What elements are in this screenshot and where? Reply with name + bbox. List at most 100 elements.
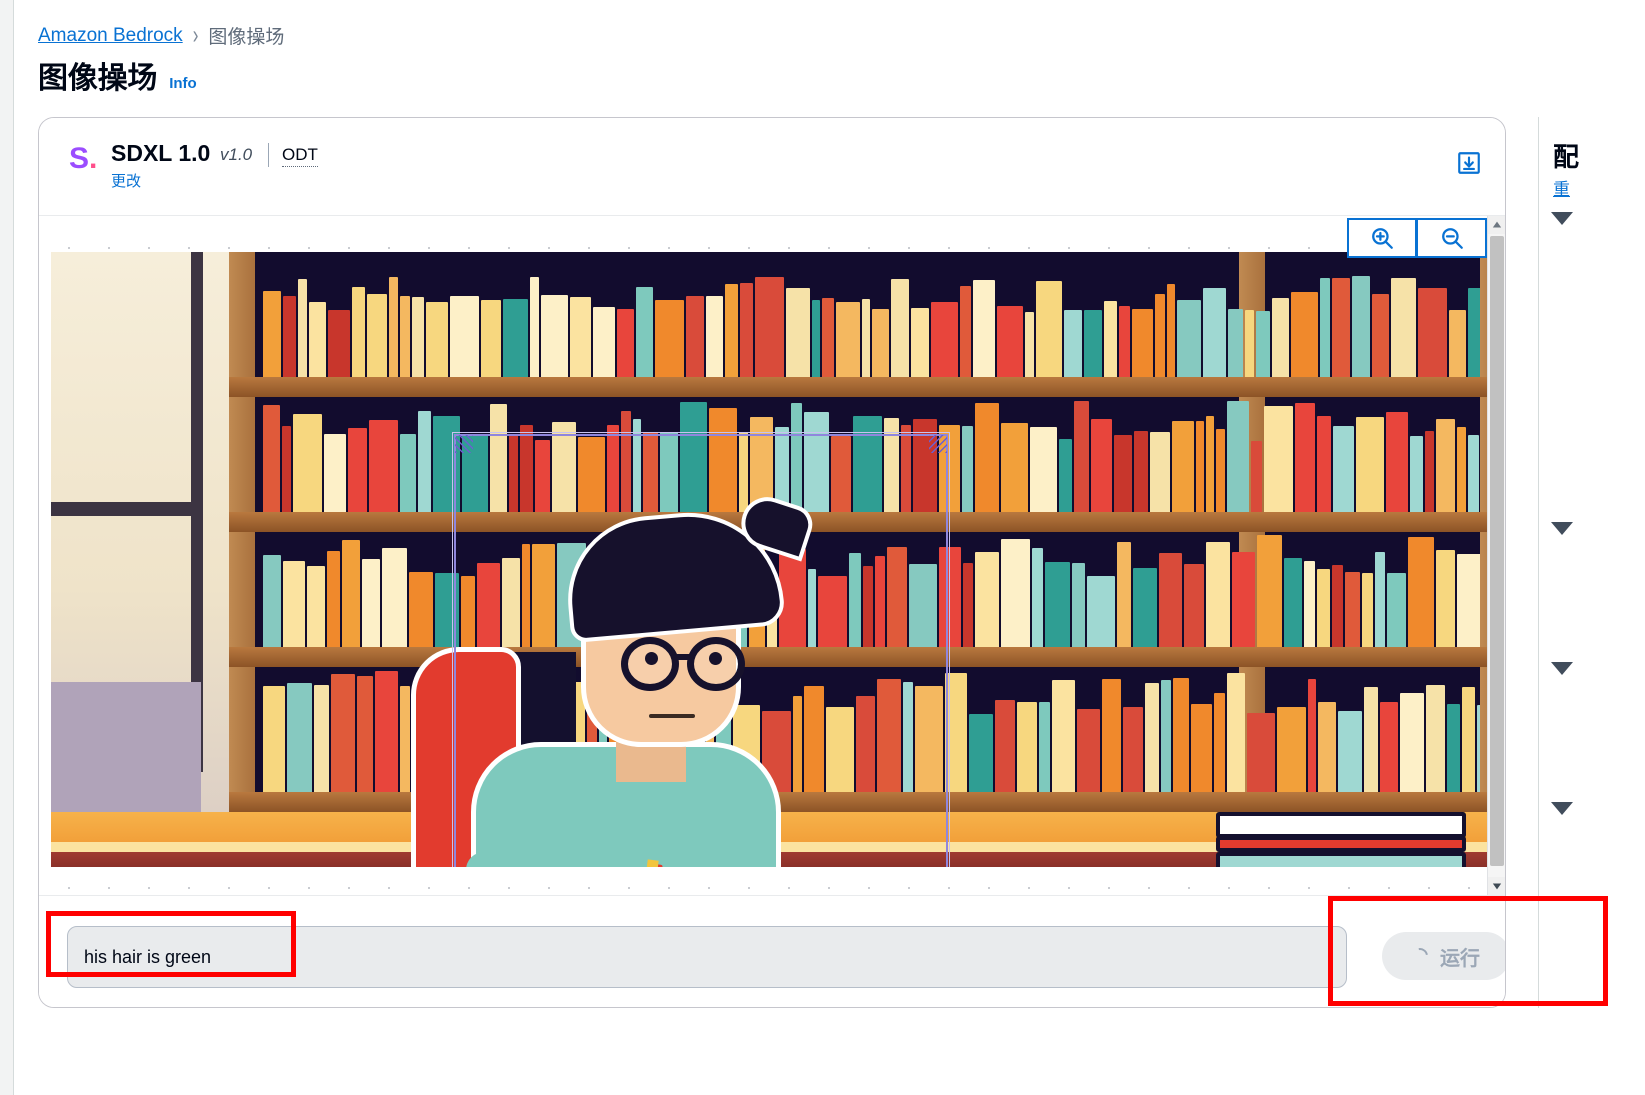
book-spine	[283, 296, 296, 377]
caret-down-icon	[1551, 522, 1573, 535]
book-spine	[725, 284, 738, 377]
book-spine	[1214, 693, 1225, 792]
book-spine	[1468, 288, 1480, 377]
book-spine	[862, 299, 870, 377]
book-spine	[1457, 427, 1466, 512]
book-spine	[1150, 432, 1170, 512]
book-spine	[369, 420, 398, 512]
image-canvas-area[interactable]	[39, 216, 1505, 895]
book-spine	[1227, 401, 1249, 512]
book-spine	[1436, 550, 1455, 647]
chevron-up-icon[interactable]	[1488, 216, 1505, 234]
book-spine	[367, 294, 387, 377]
book-spine	[1206, 542, 1230, 647]
book-spine	[400, 296, 410, 377]
model-header-bar: S. SDXL 1.0 v1.0 ODT 更改	[39, 118, 1505, 216]
book-spine	[617, 309, 634, 377]
info-link[interactable]: Info	[169, 75, 197, 94]
zoom-in-icon[interactable]	[1347, 218, 1417, 258]
book-spine	[1045, 562, 1070, 647]
zoom-out-icon[interactable]	[1417, 218, 1487, 258]
book-spine	[1257, 535, 1282, 647]
book-spine	[1449, 310, 1466, 377]
book-spine	[755, 277, 784, 377]
book-spine	[1317, 569, 1330, 647]
config-section-toggle-1[interactable]	[1551, 212, 1575, 236]
book-spine	[1017, 702, 1037, 792]
book-spine	[1304, 561, 1315, 647]
book-spine	[1084, 310, 1102, 377]
selection-rectangle[interactable]	[452, 432, 950, 867]
book-spine	[1173, 678, 1189, 792]
spinner-icon	[1408, 944, 1432, 968]
book-spine	[1119, 306, 1130, 377]
book-spine	[1091, 419, 1112, 512]
book-spine	[1320, 278, 1330, 377]
book-spine	[1425, 431, 1434, 512]
book-spine	[1284, 558, 1302, 647]
book-spine	[1318, 702, 1336, 792]
book-spine	[1457, 554, 1480, 647]
left-nav-rail	[0, 0, 14, 1095]
book-spine	[1117, 542, 1131, 647]
book-spine	[328, 310, 350, 377]
book-spine	[1386, 412, 1408, 512]
config-section-toggle-2[interactable]	[1551, 522, 1575, 546]
book-spine	[1387, 573, 1406, 647]
book-spine	[530, 277, 539, 377]
book-spine	[1228, 309, 1243, 377]
book-spine	[960, 286, 971, 377]
book-spine	[1338, 711, 1362, 792]
book-spine	[1074, 401, 1089, 512]
book-spine	[1277, 707, 1306, 792]
book-spine	[1132, 309, 1153, 377]
chevron-down-icon[interactable]	[1488, 877, 1505, 895]
book-spine	[382, 548, 407, 647]
book-spine	[1145, 683, 1159, 792]
book-spine	[1032, 548, 1043, 647]
selection-handle-top-left[interactable]	[455, 435, 473, 453]
book-spine	[740, 283, 753, 377]
page-header: 图像操场 Info	[38, 64, 197, 94]
book-spine	[1380, 702, 1398, 792]
book-spine	[1410, 436, 1423, 512]
book-spine	[836, 302, 860, 377]
canvas-vertical-scrollbar[interactable]	[1487, 216, 1505, 895]
book-spine	[962, 426, 973, 512]
prompt-input[interactable]	[67, 926, 1347, 988]
scrollbar-thumb[interactable]	[1490, 236, 1504, 866]
book-spine	[945, 673, 967, 792]
config-panel-title: 配	[1553, 142, 1580, 172]
book-spine	[1345, 572, 1360, 647]
run-button[interactable]: 运行	[1382, 932, 1505, 980]
book-spine	[1352, 276, 1370, 377]
book-spine	[1001, 423, 1028, 512]
generated-image[interactable]	[51, 252, 1505, 867]
book-spine	[1172, 421, 1194, 512]
book-spine	[1184, 564, 1204, 647]
config-section-toggle-4[interactable]	[1551, 802, 1575, 826]
book-spine	[1134, 431, 1148, 512]
book-spine	[1036, 281, 1062, 377]
change-model-link[interactable]: 更改	[111, 170, 141, 191]
book-spine	[298, 279, 307, 377]
caret-down-icon	[1551, 662, 1573, 675]
download-icon[interactable]	[1456, 150, 1482, 176]
book-spine	[1332, 565, 1343, 647]
book-spine	[1308, 679, 1316, 792]
book-spine	[418, 411, 431, 512]
book-spine	[331, 674, 355, 792]
book-spine	[655, 300, 684, 377]
breadcrumb-link-amazon-bedrock[interactable]: Amazon Bedrock	[38, 25, 183, 47]
book-spine	[1104, 301, 1117, 377]
logo-letter: S	[69, 142, 90, 175]
model-divider	[268, 143, 269, 167]
book-spine	[283, 561, 305, 647]
selection-handle-top-right[interactable]	[929, 435, 947, 453]
book-spine	[263, 686, 285, 792]
book-spine	[1216, 429, 1225, 512]
config-section-toggle-3[interactable]	[1551, 662, 1575, 686]
config-reset-link[interactable]: 重	[1553, 175, 1570, 200]
book-spine	[822, 298, 834, 377]
book-spine	[995, 700, 1015, 792]
